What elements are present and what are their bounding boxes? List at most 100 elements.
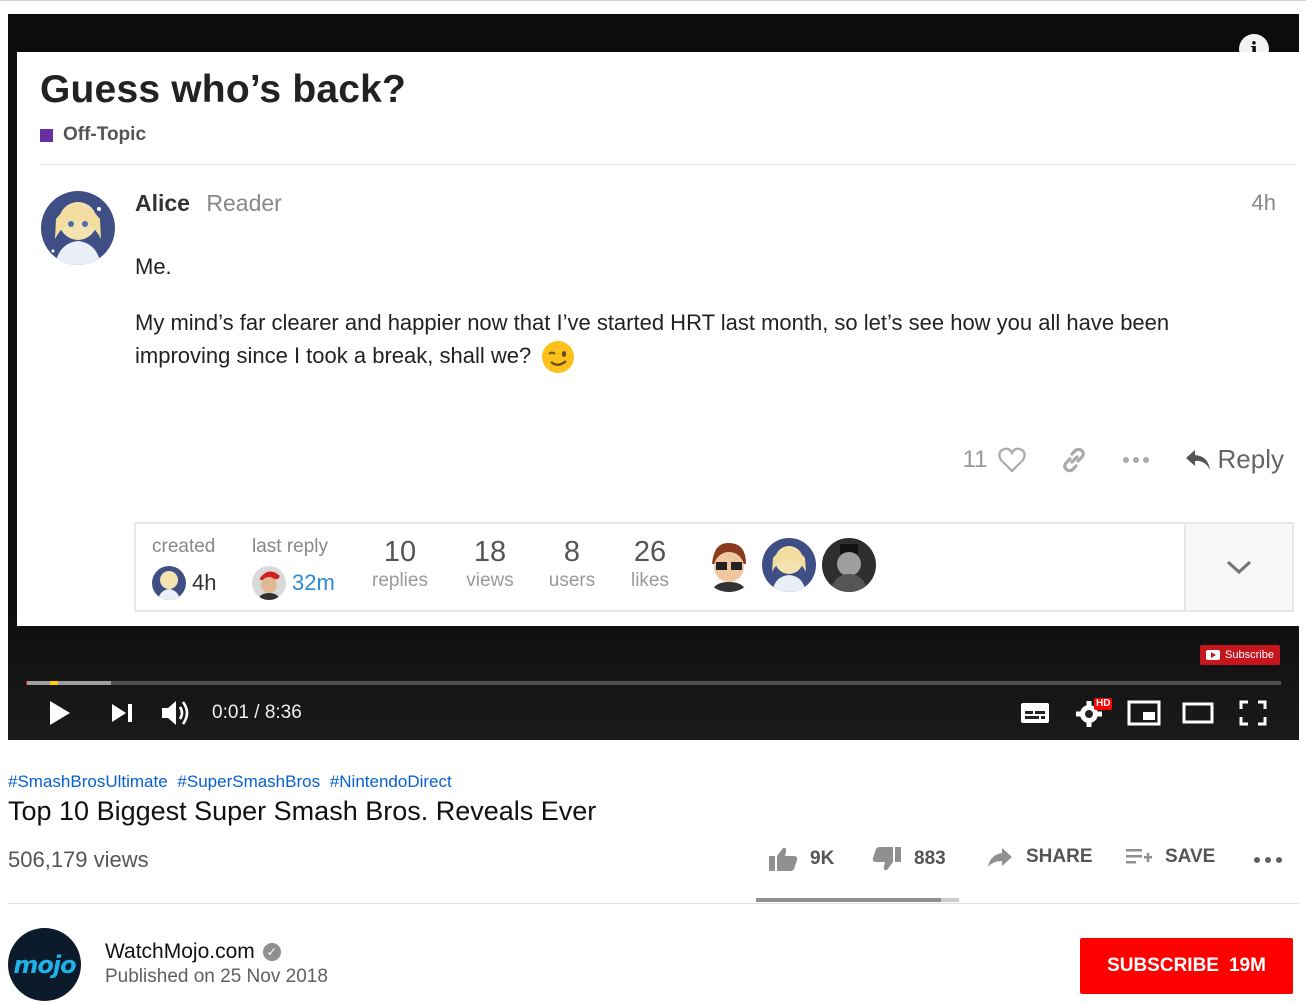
divider [40,164,1295,165]
settings-button[interactable]: HD [1076,698,1113,728]
expand-topic-map-button[interactable] [1184,524,1292,610]
category-color-swatch [40,128,53,142]
user-title: Reader [206,190,282,216]
category-label: Off-Topic [63,124,147,145]
created-label: created [152,536,216,557]
replies-stat: 10 replies [368,536,432,592]
more-actions-button[interactable] [1253,856,1295,864]
video-player[interactable]: i Guess who’s back? Off-Topic Alice Read… [8,14,1299,740]
user-avatar [41,191,115,265]
fullscreen-button[interactable] [1239,698,1267,728]
like-dislike-bar [756,898,959,902]
theater-mode-button[interactable] [1182,698,1214,728]
participant-avatar[interactable] [822,538,876,592]
subscribe-label: SUBSCRIBE [1107,955,1219,976]
topic-map: created 4h last reply 32m 10 replies 18 … [134,522,1294,612]
share-icon [988,848,1012,867]
views-count: 18 [473,536,507,568]
last-reply-label: last reply [252,536,329,557]
play-button[interactable] [48,698,72,728]
youtube-logo-icon [1206,650,1221,660]
subscribe-watermark-label: Subscribe [1225,649,1274,661]
like-ratio-fill [756,898,941,902]
save-label: SAVE [1165,846,1216,867]
likes-count: 26 [633,536,667,568]
publish-date: Published on 25 Nov 2018 [105,966,328,987]
buffered-bar [26,681,112,685]
subtitles-icon [1021,703,1049,723]
verified-check-icon: ✓ [262,943,281,961]
reply-arrow-icon [1185,449,1210,470]
dislike-count: 883 [914,848,946,869]
users-stat: 8 users [540,536,604,592]
created-stat: created 4h [152,536,216,600]
channel-name-row: WatchMojo.com ✓ [105,940,281,964]
username[interactable]: Alice [135,190,190,216]
reply-button[interactable]: Reply [1184,444,1284,475]
next-icon [112,704,132,722]
hd-badge: HD [1094,698,1113,710]
post-actions: 11 Reply [963,444,1284,475]
hashtag-link[interactable]: #SmashBrosUltimate [8,772,168,791]
time-display: 0:01 / 8:36 [212,702,302,723]
subscriber-count: 19M [1228,955,1266,976]
like-button[interactable]: 9K [768,846,834,872]
heart-icon[interactable] [997,447,1026,473]
creator-avatar [152,566,186,600]
played-bar [26,681,28,685]
hashtag-link[interactable]: #SuperSmashBros [177,772,320,791]
share-button[interactable]: SHARE [986,846,1093,868]
participant-avatar[interactable] [762,538,816,592]
more-icon[interactable] [1122,456,1150,464]
more-icon [1254,857,1282,863]
last-replier-avatar [252,566,286,600]
post-paragraph: Me. [135,254,172,279]
progress-bar[interactable] [26,681,1281,685]
like-count: 9K [810,848,835,869]
hashtags: #SmashBrosUltimate #SuperSmashBros #Nint… [8,772,457,792]
topic-title: Guess who’s back? [40,68,407,111]
divider [8,903,1299,904]
video-frame-forum-post: Guess who’s back? Off-Topic Alice Reader… [17,52,1299,626]
likes-stat: 26 likes [618,536,682,592]
thumbs-down-icon [872,847,901,871]
subtitles-button[interactable] [1020,698,1050,728]
hashtag-link[interactable]: #NintendoDirect [330,772,452,791]
participant-avatars [702,538,882,592]
post-paragraph-text: My mind’s far clearer and happier now th… [135,310,1170,368]
topic-category: Off-Topic [40,124,146,146]
replies-label: replies [372,570,428,591]
dislike-button[interactable]: 883 [872,846,946,872]
replies-count: 10 [383,536,417,568]
participant-avatar[interactable] [702,538,756,592]
top-rule [0,0,1306,1]
link-icon[interactable] [1060,446,1088,474]
channel-logo: mojo [13,950,76,979]
subscribe-watermark[interactable]: Subscribe [1200,645,1280,665]
likes-label: likes [630,570,669,591]
channel-name[interactable]: WatchMojo.com [105,940,255,964]
like-count: 11 [962,445,988,473]
winking-face-icon [542,341,575,374]
post-age: 4h [1251,190,1276,215]
post-author: Alice Reader [135,190,282,217]
ad-marker [50,681,58,685]
view-count: 506,179 views [8,847,149,872]
thumbs-up-icon [769,847,798,871]
volume-icon [162,701,189,725]
fullscreen-icon [1239,700,1267,726]
miniplayer-button[interactable] [1127,698,1161,728]
last-reply-value[interactable]: 32m [292,570,335,596]
views-label: views [466,570,514,591]
next-button[interactable] [110,698,134,728]
play-icon [50,701,70,725]
users-count: 8 [563,536,581,568]
chevron-down-icon [1226,560,1252,575]
add-to-playlist-icon [1126,849,1152,864]
channel-avatar[interactable]: mojo [8,928,81,1001]
volume-button[interactable] [160,698,192,728]
save-button[interactable]: SAVE [1125,846,1215,868]
subscribe-button[interactable]: SUBSCRIBE 19M [1080,938,1293,994]
users-label: users [548,570,596,591]
views-stat: 18 views [458,536,522,592]
